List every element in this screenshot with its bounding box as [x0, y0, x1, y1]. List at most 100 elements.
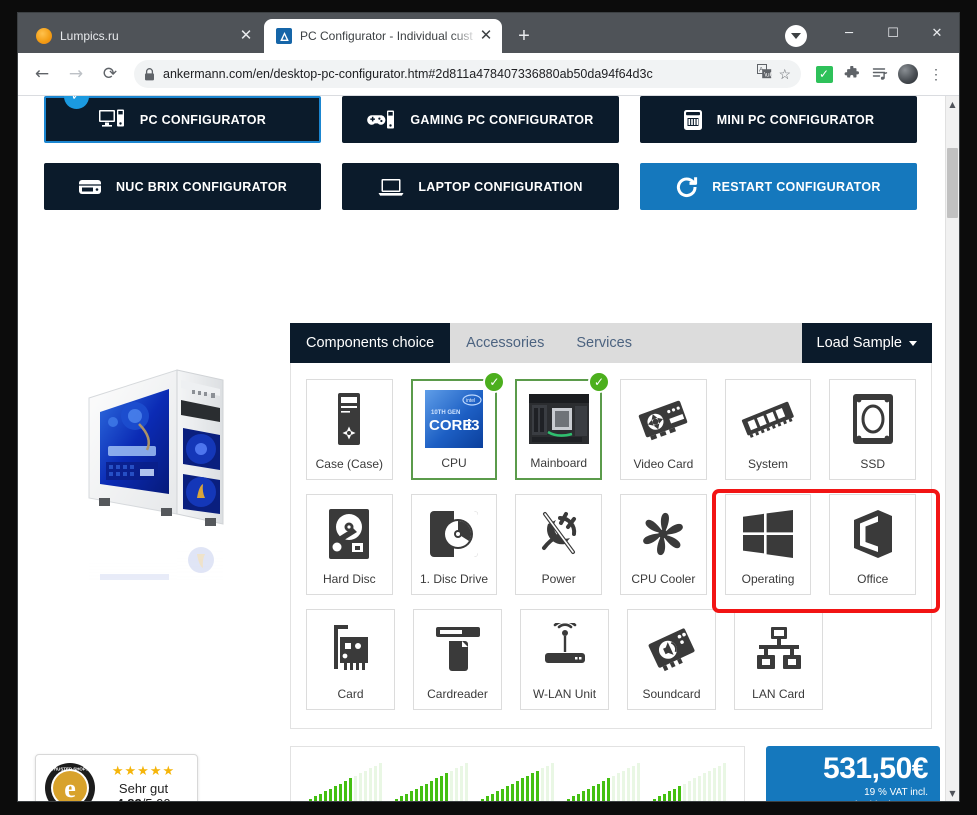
window-controls: ─ ☐ ✕: [827, 13, 959, 53]
vertical-scrollbar[interactable]: ▲ ▼: [945, 96, 959, 801]
page-viewport: ✓ PC CONFIGURATOR GAMING PC CONFIGURATOR: [18, 96, 959, 801]
perf-segment: [379, 763, 383, 801]
gaming-pc-configurator-button[interactable]: GAMING PC CONFIGURATOR: [342, 96, 619, 143]
intel-core-i3-box-image: 10TH GEN CORE i3 intel: [413, 381, 496, 456]
chrome-menu-icon[interactable]: ⋮: [923, 61, 949, 87]
component-operating-system[interactable]: Operating: [724, 494, 812, 595]
tab-accessories[interactable]: Accessories: [450, 323, 560, 363]
component-video-card[interactable]: Video Card: [620, 379, 707, 480]
component-label: Office: [857, 572, 889, 586]
bookmark-star-icon[interactable]: ☆: [778, 66, 791, 83]
perf-segment: [319, 793, 323, 801]
component-wlan-unit[interactable]: W-LAN Unit: [520, 609, 609, 710]
button-label: NUC BRIX CONFIGURATOR: [115, 179, 288, 194]
scroll-up-arrow-icon[interactable]: ▲: [946, 96, 959, 112]
perf-segment: [717, 765, 721, 801]
reading-list-icon[interactable]: [867, 61, 893, 87]
component-lan-card[interactable]: LAN Card: [734, 609, 823, 710]
restart-circular-arrow-icon: [676, 175, 698, 199]
component-card[interactable]: Card: [306, 609, 395, 710]
perf-bars: [395, 763, 469, 801]
component-cardreader[interactable]: Cardreader: [413, 609, 502, 710]
tab-services[interactable]: Services: [560, 323, 648, 363]
component-label: Soundcard: [642, 687, 701, 701]
browser-tab-lumpics[interactable]: Lumpics.ru ✕: [24, 19, 262, 53]
component-mainboard[interactable]: ✓ Mainboard: [515, 371, 611, 480]
trusted-shops-rating: ★★★★★ Sehr gut 4.82/5.00: [96, 762, 189, 801]
trusted-shops-widget[interactable]: e TRUSTED SHOPS GUARANTEE ★★★: [35, 754, 198, 801]
address-bar[interactable]: ankermann.com/en/desktop-pc-configurator…: [134, 60, 801, 88]
perf-segment: [631, 765, 635, 801]
component-office[interactable]: Office: [829, 494, 917, 595]
maximize-button[interactable]: ☐: [871, 13, 915, 53]
browser-window: Lumpics.ru ✕ PC Configurator - Individua…: [17, 12, 960, 802]
profile-chip-button[interactable]: [785, 25, 807, 47]
component-cpu-cooler[interactable]: CPU Cooler: [620, 494, 707, 595]
lumpics-favicon: [36, 28, 52, 44]
component-disc-drive[interactable]: 1. Disc Drive: [410, 494, 498, 595]
component-hard-disc[interactable]: Hard Disc: [306, 494, 393, 595]
component-case[interactable]: Case (Case): [306, 379, 393, 480]
adblock-extension-icon[interactable]: ✓: [811, 61, 837, 87]
button-label: GAMING PC CONFIGURATOR: [410, 112, 594, 127]
close-icon[interactable]: ✕: [238, 28, 254, 44]
pc-case-product-image: [53, 328, 271, 682]
nuc-brix-configurator-button[interactable]: NUC BRIX CONFIGURATOR: [44, 163, 321, 210]
perf-segment: [405, 793, 409, 801]
component-ssd[interactable]: SSD: [829, 379, 917, 480]
close-icon[interactable]: ✕: [478, 28, 494, 44]
tab-components-choice[interactable]: Components choice: [290, 323, 451, 363]
perf-segment: [309, 799, 313, 801]
graphics-card-icon: [621, 380, 706, 457]
pc-configurator-button[interactable]: ✓ PC CONFIGURATOR: [44, 96, 321, 143]
scroll-down-arrow-icon[interactable]: ▼: [946, 785, 959, 801]
component-soundcard[interactable]: Soundcard: [627, 609, 716, 710]
scrollbar-thumb[interactable]: [947, 148, 958, 218]
perf-segment: [596, 783, 600, 801]
perf-segment: [712, 768, 716, 801]
component-label: System: [748, 457, 789, 471]
score-max: /5.00: [142, 796, 171, 801]
component-cpu[interactable]: ✓ 10TH GEN CORE i3 intel CPU: [410, 371, 506, 480]
price-amount: 531,50€: [823, 752, 928, 785]
perf-segment: [430, 781, 434, 801]
laptop-configuration-button[interactable]: LAPTOP CONFIGURATION: [342, 163, 619, 210]
lock-icon: [144, 67, 155, 81]
tab-strip: Lumpics.ru ✕ PC Configurator - Individua…: [18, 13, 959, 53]
back-button[interactable]: ←: [28, 60, 56, 88]
restart-configurator-button[interactable]: RESTART CONFIGURATOR: [640, 163, 917, 210]
reload-button[interactable]: ⟳: [96, 60, 124, 88]
translate-icon[interactable]: A\u6587: [757, 64, 785, 84]
expansion-card-icon: [307, 610, 394, 687]
new-tab-button[interactable]: +: [512, 25, 536, 49]
screen: Lumpics.ru ✕ PC Configurator - Individua…: [0, 0, 977, 815]
component-power[interactable]: Power: [515, 494, 603, 595]
window-close-button[interactable]: ✕: [915, 13, 959, 53]
price-vat-note: 19 % VAT incl.: [864, 787, 928, 798]
perf-segment: [420, 786, 424, 801]
perf-segment: [400, 796, 404, 801]
desktop-pc-icon: [98, 109, 126, 130]
perf-segment: [339, 783, 343, 801]
components-row: Hard Disc 1. Disc Drive Power CPU Cooler…: [306, 494, 917, 595]
component-system-ram[interactable]: System: [724, 379, 812, 480]
perf-segment: [450, 770, 454, 801]
total-price-box: 531,50€ 19 % VAT incl. excl. Shipping co…: [766, 746, 940, 801]
extensions-puzzle-icon[interactable]: [839, 61, 865, 87]
browser-tab-pc-configurator[interactable]: PC Configurator - Individual cust ✕: [264, 19, 502, 53]
profile-avatar-icon[interactable]: [895, 61, 921, 87]
forward-button[interactable]: →: [62, 60, 90, 88]
perf-segment: [329, 788, 333, 801]
minimize-button[interactable]: ─: [827, 13, 871, 53]
perf-segment: [460, 765, 464, 801]
perf-segment: [677, 786, 681, 801]
perf-item-total: TOTAL: [303, 763, 389, 801]
perf-segment: [455, 768, 459, 801]
optical-disc-drive-icon: [412, 495, 497, 572]
perf-segment: [510, 783, 514, 801]
perf-segment: [636, 763, 640, 801]
components-grid: Case (Case) ✓ 10TH GEN CORE i3 intel CPU…: [290, 363, 932, 729]
mini-pc-configurator-button[interactable]: MINI PC CONFIGURATOR: [640, 96, 917, 143]
url-text: ankermann.com/en/desktop-pc-configurator…: [163, 67, 653, 81]
load-sample-button[interactable]: Load Sample: [801, 323, 932, 363]
